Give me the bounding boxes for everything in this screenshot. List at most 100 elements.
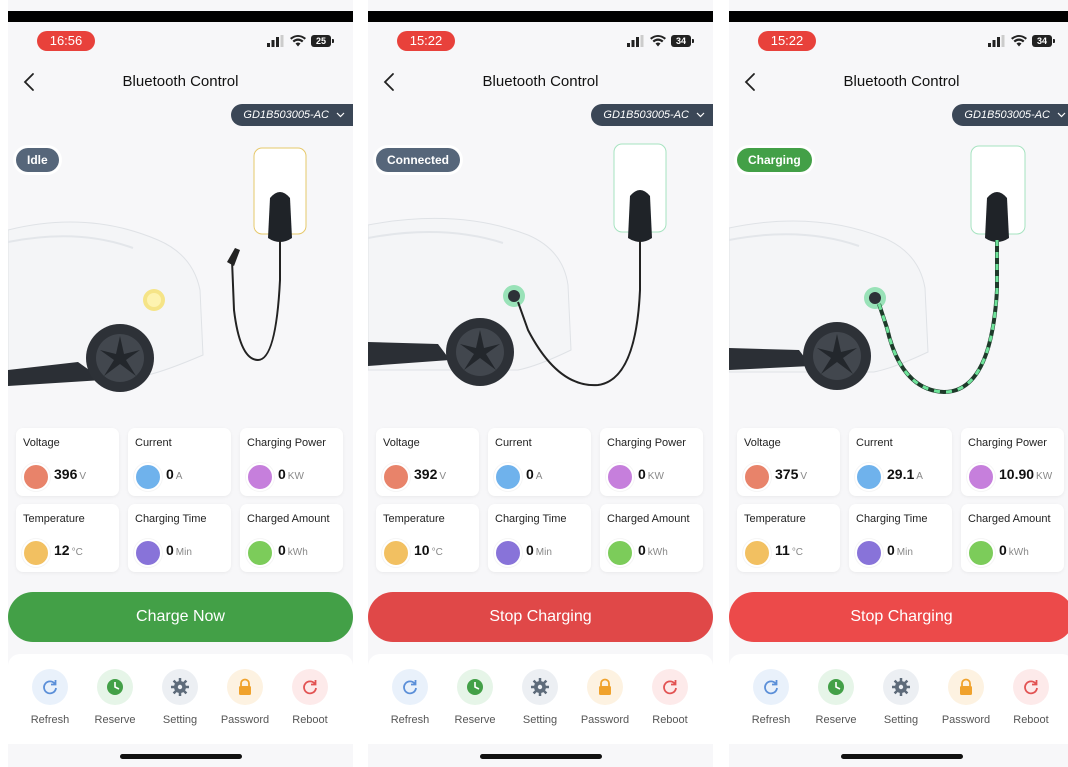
page-title: Bluetooth Control — [482, 73, 599, 90]
temperature-label: Temperature — [23, 513, 85, 525]
amount-label: Charged Amount — [968, 513, 1051, 525]
voltage-label: Voltage — [383, 437, 420, 449]
password-label: Password — [220, 714, 270, 726]
stop-charging-button[interactable]: Stop Charging — [368, 592, 713, 642]
reboot-icon — [652, 669, 688, 705]
stat-card-temperature: Temperature 10 °C — [376, 504, 479, 572]
car-charger-illustration — [729, 145, 1026, 395]
stats-grid: Voltage 375 V Current 29.1 A Charging Powe… — [737, 428, 1067, 576]
stat-card-power: Charging Power 0 KW — [600, 428, 703, 496]
time-value: 0 Min — [887, 542, 913, 558]
power-label: Charging Power — [607, 437, 686, 449]
time-label: Charging Time — [856, 513, 928, 525]
amount-value: 0 kWh — [999, 542, 1029, 558]
system-icons: 25 — [267, 34, 334, 48]
time-value: 0 Min — [526, 542, 552, 558]
status-badge: Connected — [376, 148, 461, 172]
power-icon — [606, 463, 634, 491]
stats-grid: Voltage 396 V Current 0A Charging Power 0… — [16, 428, 346, 576]
clock-icon — [494, 539, 522, 567]
signal-icon — [627, 35, 644, 47]
refresh-button[interactable]: Refresh — [741, 669, 801, 726]
current-label: Current — [495, 437, 532, 449]
device-selector[interactable]: GD1B503005-AC — [952, 104, 1068, 126]
current-icon — [494, 463, 522, 491]
stat-card-voltage: Voltage 375 V — [737, 428, 840, 496]
charging-illustration: Connected — [368, 130, 713, 420]
bolt-icon — [246, 539, 274, 567]
device-selector[interactable]: GD1B503005-AC — [591, 104, 713, 126]
password-button[interactable]: Password — [575, 669, 635, 726]
temperature-value: 10 °C — [414, 542, 443, 558]
stat-card-power: Charging Power 0 KW — [240, 428, 343, 496]
chevron-down-icon — [336, 112, 345, 118]
current-label: Current — [135, 437, 172, 449]
stop-charging-button[interactable]: Stop Charging — [729, 592, 1068, 642]
temperature-icon — [743, 539, 771, 567]
time-label: Charging Time — [135, 513, 207, 525]
refresh-button[interactable]: Refresh — [380, 669, 440, 726]
reserve-button[interactable]: Reserve — [445, 669, 505, 726]
reboot-button[interactable]: Reboot — [1001, 669, 1061, 726]
power-value: 0 KW — [278, 466, 304, 482]
clock-icon — [457, 669, 493, 705]
reserve-button[interactable]: Reserve — [806, 669, 866, 726]
status-time: 16:56 — [37, 31, 95, 51]
lock-icon — [948, 669, 984, 705]
reserve-label: Reserve — [454, 714, 496, 726]
stat-card-current: Current 0A — [488, 428, 591, 496]
stat-card-temperature: Temperature 11 °C — [737, 504, 840, 572]
chevron-down-icon — [696, 112, 705, 118]
temperature-value: 11 °C — [775, 542, 804, 558]
voltage-icon — [743, 463, 771, 491]
stat-card-voltage: Voltage 392 V — [376, 428, 479, 496]
wifi-icon — [650, 35, 666, 47]
stat-card-current: Current 29.1 A — [849, 428, 952, 496]
voltage-value: 392 V — [414, 466, 447, 482]
password-button[interactable]: Password — [936, 669, 996, 726]
device-id: GD1B503005-AC — [243, 109, 329, 121]
stat-card-current: Current 0A — [128, 428, 231, 496]
stat-card-amount: Charged Amount 0 kWh — [961, 504, 1064, 572]
setting-button[interactable]: Setting — [150, 669, 210, 726]
phone-screen-connected: 15:22 34 Bluetooth Control GD1B503005-AC… — [368, 0, 713, 767]
reboot-label: Reboot — [1013, 714, 1049, 726]
password-button[interactable]: Password — [215, 669, 275, 726]
power-label: Charging Power — [247, 437, 326, 449]
charge-now-button[interactable]: Charge Now — [8, 592, 353, 642]
bottom-toolbar: Refresh Reserve Setting Password Reboot — [8, 654, 353, 744]
charging-illustration: Idle — [8, 130, 353, 420]
stat-card-power: Charging Power 10.90 KW — [961, 428, 1064, 496]
refresh-label: Refresh — [390, 714, 430, 726]
reboot-label: Reboot — [652, 714, 688, 726]
reserve-button[interactable]: Reserve — [85, 669, 145, 726]
time-value: 0 Min — [166, 542, 192, 558]
reboot-label: Reboot — [292, 714, 328, 726]
system-icons: 34 — [988, 34, 1055, 48]
voltage-label: Voltage — [744, 437, 781, 449]
stat-card-time: Charging Time 0 Min — [849, 504, 952, 572]
stat-card-temperature: Temperature 12 °C — [16, 504, 119, 572]
reboot-button[interactable]: Reboot — [640, 669, 700, 726]
setting-button[interactable]: Setting — [510, 669, 570, 726]
device-selector[interactable]: GD1B503005-AC — [231, 104, 353, 126]
current-icon — [134, 463, 162, 491]
battery-icon: 34 — [1032, 35, 1055, 47]
time-label: Charging Time — [495, 513, 567, 525]
bottom-toolbar: Refresh Reserve Setting Password Reboot — [729, 654, 1068, 744]
refresh-button[interactable]: Refresh — [20, 669, 80, 726]
page-title: Bluetooth Control — [122, 73, 239, 90]
reserve-label: Reserve — [815, 714, 857, 726]
power-value: 10.90 KW — [999, 466, 1053, 482]
home-indicator — [120, 754, 242, 759]
voltage-value: 375 V — [775, 466, 808, 482]
temperature-icon — [382, 539, 410, 567]
voltage-icon — [22, 463, 50, 491]
lock-icon — [587, 669, 623, 705]
top-black-bar — [8, 11, 353, 22]
clock-icon — [855, 539, 883, 567]
setting-button[interactable]: Setting — [871, 669, 931, 726]
clock-icon — [97, 669, 133, 705]
reboot-button[interactable]: Reboot — [280, 669, 340, 726]
signal-icon — [988, 35, 1005, 47]
